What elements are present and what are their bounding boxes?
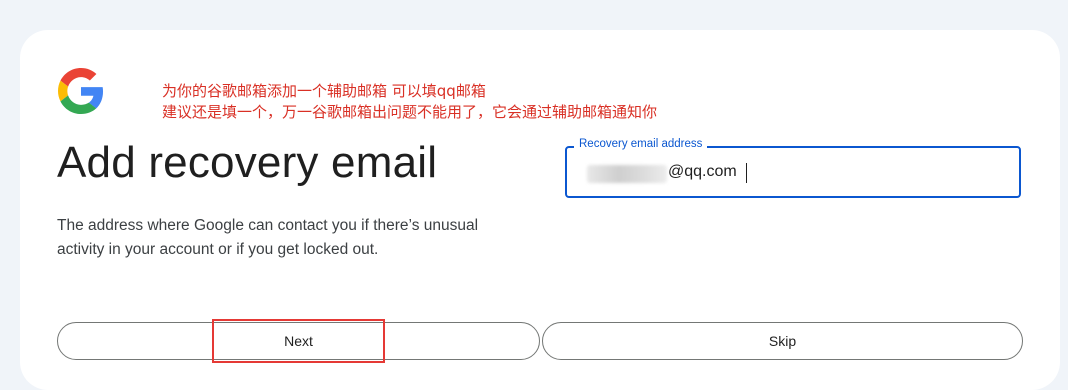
next-button[interactable]: Next	[57, 322, 540, 360]
skip-button[interactable]: Skip	[542, 322, 1023, 360]
page-title: Add recovery email	[57, 138, 438, 187]
annotation-line-1: 为你的谷歌邮箱添加一个辅助邮箱 可以填qq邮箱	[162, 82, 486, 100]
google-logo-icon	[58, 68, 104, 114]
page-description: The address where Google can contact you…	[57, 217, 479, 258]
annotation-line-2: 建议还是填一个，万一谷歌邮箱出问题不能用了，它会通过辅助邮箱通知你	[162, 103, 658, 121]
text-caret	[746, 163, 747, 183]
recovery-email-label: Recovery email address	[574, 138, 708, 150]
redacted-email-prefix	[587, 165, 667, 183]
recovery-email-value: @qq.com	[668, 163, 737, 180]
